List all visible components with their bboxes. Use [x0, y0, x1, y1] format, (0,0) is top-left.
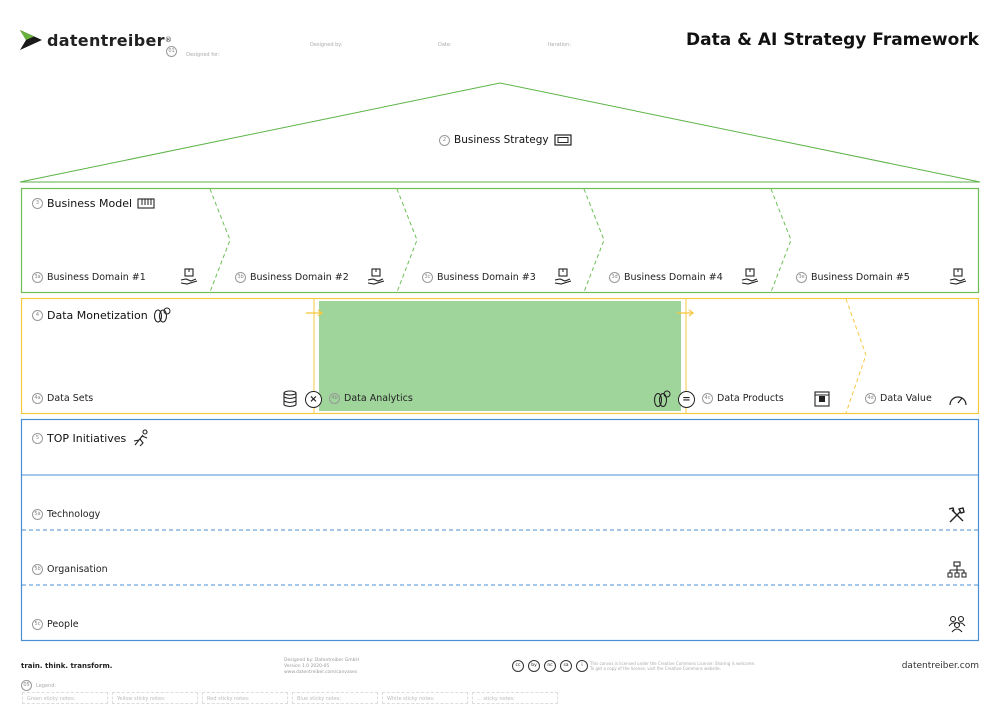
- hand-package-icon: [949, 268, 967, 285]
- business-domain-2[interactable]: 3b Business Domain #2: [235, 272, 349, 283]
- technology-row[interactable]: 5a Technology: [32, 509, 100, 520]
- legend: 05 Legend:: [21, 680, 56, 691]
- organisation-row[interactable]: 5b Organisation: [32, 564, 108, 575]
- initiatives-title: 5 TOP Initiatives: [32, 429, 151, 447]
- data-sets-label[interactable]: 4a Data Sets: [32, 393, 93, 404]
- coins-icon: [653, 390, 671, 408]
- data-value-label[interactable]: 4d Data Value: [865, 393, 932, 404]
- business-strategy-label: 2 Business Strategy: [439, 134, 572, 146]
- keyboard-icon: [137, 198, 155, 209]
- data-monetization-title: 4 Data Monetization: [32, 307, 171, 323]
- product-box-icon: [814, 391, 830, 407]
- business-domain-4[interactable]: 3d Business Domain #4: [609, 272, 723, 283]
- data-value-chevron: [845, 298, 867, 414]
- sticky-legend-red: Red sticky notes:: [202, 692, 288, 704]
- by-icon: by: [528, 660, 540, 672]
- tools-icon: [948, 507, 965, 523]
- sticky-legend-blue: Blue sticky notes:: [292, 692, 378, 704]
- gauge-icon: [949, 396, 967, 406]
- org-chart-icon: [947, 561, 967, 578]
- sticky-legend-white: White sticky notes:: [382, 692, 468, 704]
- database-icon: [283, 390, 297, 408]
- business-domain-3[interactable]: 3c Business Domain #3: [422, 272, 536, 283]
- strategy-roof: [19, 82, 981, 183]
- sticky-legend-yellow: Yellow sticky notes:: [112, 692, 198, 704]
- info-icon: i: [576, 660, 588, 672]
- footer-credit: Designed by: Datentreiber GmbH Version 1…: [284, 658, 359, 675]
- runner-icon: [134, 429, 148, 447]
- hand-package-icon: [367, 268, 385, 285]
- hand-package-icon: [180, 268, 198, 285]
- people-icon: [948, 615, 966, 633]
- license-icons: cc by nc sa i: [512, 660, 592, 672]
- people-row[interactable]: 5c People: [32, 619, 79, 630]
- business-domain-5[interactable]: 3e Business Domain #5: [796, 272, 910, 283]
- operator-equals: =: [678, 391, 695, 408]
- business-model-title: 3 Business Model: [32, 197, 155, 210]
- nc-icon: nc: [544, 660, 556, 672]
- sticky-legend-other: ... sticky notes:: [472, 692, 558, 704]
- framework-diagram: [19, 82, 981, 642]
- business-domain-1[interactable]: 3a Business Domain #1: [32, 272, 202, 283]
- sa-icon: sa: [560, 660, 572, 672]
- footer-tagline: train. think. transform.: [21, 662, 113, 670]
- hand-package-icon: [554, 268, 572, 285]
- data-products-label[interactable]: 4c Data Products: [702, 393, 784, 404]
- coins-icon: [153, 307, 171, 323]
- data-analytics-label[interactable]: 4b Data Analytics: [329, 393, 413, 404]
- operator-multiply: ×: [305, 391, 322, 408]
- strategy-board-icon: [554, 134, 572, 146]
- cc-icon: cc: [512, 660, 524, 672]
- footer-url[interactable]: datentreiber.com: [902, 661, 979, 671]
- sticky-legend-green: Green sticky notes:: [22, 692, 108, 704]
- hand-package-icon: [741, 268, 759, 285]
- license-text: This canvas is licensed under the Creati…: [590, 661, 756, 671]
